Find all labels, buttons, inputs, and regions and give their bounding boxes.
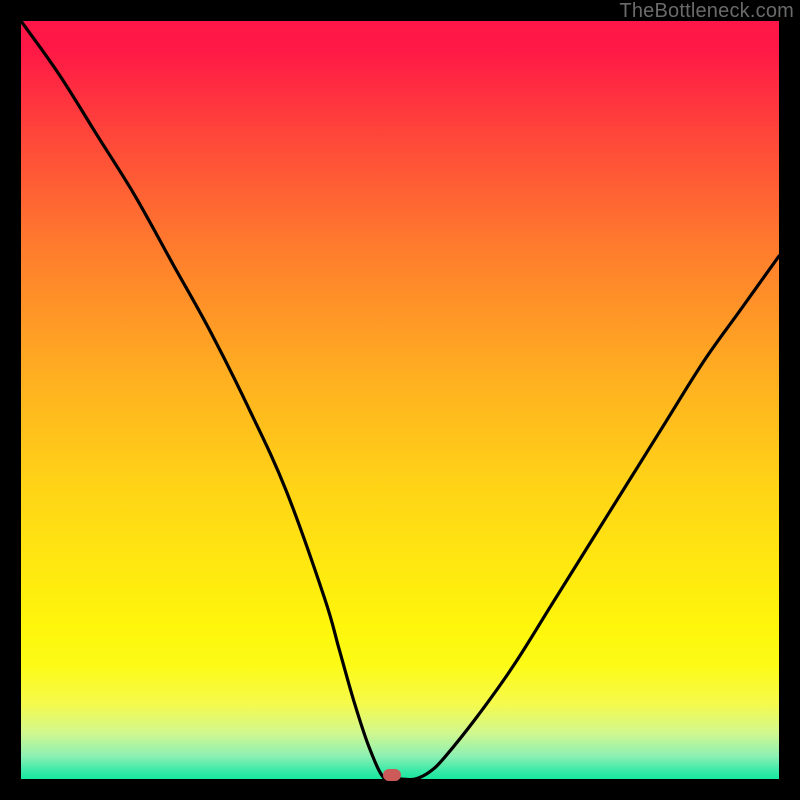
chart-frame xyxy=(21,21,779,779)
optimal-point-marker xyxy=(383,769,401,781)
bottleneck-curve xyxy=(21,21,779,779)
watermark-text: TheBottleneck.com xyxy=(619,0,794,23)
